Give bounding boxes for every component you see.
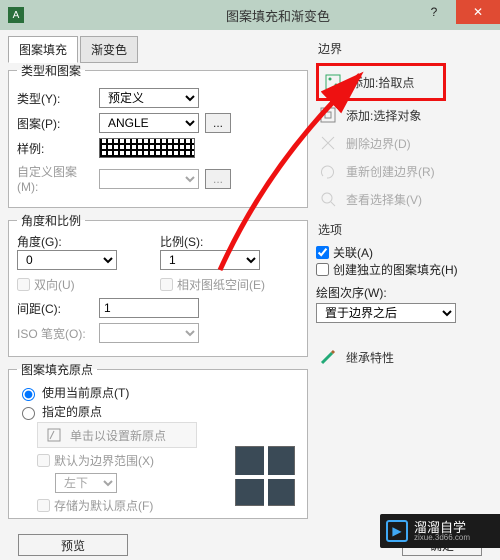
view-selection-button: 查看选择集(V) xyxy=(316,185,492,213)
remove-boundary-icon xyxy=(318,133,338,153)
recreate-boundary-label: 重新创建边界(R) xyxy=(346,163,435,180)
tab-hatch[interactable]: 图案填充 xyxy=(8,36,78,63)
separate-hatch-check[interactable] xyxy=(316,263,329,276)
pattern-swatch[interactable] xyxy=(99,138,195,158)
angle-select[interactable]: 0 xyxy=(17,250,117,270)
options-title: 选项 xyxy=(318,221,492,238)
titlebar: A 图案填充和渐变色 ? ✕ xyxy=(0,0,500,30)
highlight-box: 添加:拾取点 xyxy=(316,63,446,101)
dialog-window: A 图案填充和渐变色 ? ✕ 图案填充 渐变色 类型和图案 类型(Y): 预定义… xyxy=(0,0,500,560)
tabs: 图案填充 渐变色 xyxy=(8,36,308,63)
angle-label: 角度(G): xyxy=(17,233,156,250)
help-button[interactable]: ? xyxy=(412,0,456,24)
inherit-props-button[interactable]: 继承特性 xyxy=(316,343,492,371)
add-select-objects-button[interactable]: 添加:选择对象 xyxy=(316,101,492,129)
gap-label: 间距(C): xyxy=(17,300,93,317)
hatch-preview-icon xyxy=(235,446,295,506)
group-origin: 图案填充原点 使用当前原点(T) 指定的原点 单击以设置新原点 默认为边界范围(… xyxy=(8,361,308,519)
scale-label: 比例(S): xyxy=(160,233,299,250)
scale-select[interactable]: 1 xyxy=(160,250,260,270)
custom-more-button: ... xyxy=(205,169,231,189)
brand-watermark: ▶ 溜溜自学 zixue.3d66.com xyxy=(380,514,500,548)
add-pick-points-button[interactable]: 添加:拾取点 xyxy=(321,68,441,96)
origin-pos-select: 左下 xyxy=(55,473,117,493)
legend-angle: 角度和比例 xyxy=(17,212,85,229)
paperspace-label: 相对图纸空间(E) xyxy=(177,276,265,293)
type-select[interactable]: 预定义 xyxy=(99,88,199,108)
pattern-more-button[interactable]: ... xyxy=(205,113,231,133)
inherit-props-label: 继承特性 xyxy=(346,349,394,366)
gap-field[interactable] xyxy=(99,298,199,318)
preview-button[interactable]: 预览 xyxy=(18,534,128,556)
draworder-select[interactable]: 置于边界之后 xyxy=(316,303,456,323)
associative-label: 关联(A) xyxy=(333,244,373,261)
view-selection-icon xyxy=(318,189,338,209)
origin-pick-icon xyxy=(44,425,64,445)
bidirectional-check xyxy=(17,278,30,291)
separate-hatch-label: 创建独立的图案填充(H) xyxy=(333,261,458,278)
default-extent-check xyxy=(37,454,50,467)
origin-radio-current[interactable]: 使用当前原点(T) xyxy=(17,384,299,401)
add-select-objects-label: 添加:选择对象 xyxy=(346,107,421,124)
dialog-title: 图案填充和渐变色 xyxy=(226,6,330,25)
left-panel: 图案填充 渐变色 类型和图案 类型(Y): 预定义 图案(P): ANGLE .… xyxy=(8,36,308,518)
brand-play-icon: ▶ xyxy=(386,520,408,542)
origin-radio-specified[interactable]: 指定的原点 xyxy=(17,403,299,420)
add-pick-points-label: 添加:拾取点 xyxy=(351,74,414,91)
draworder-label: 绘图次序(W): xyxy=(316,284,492,301)
type-label: 类型(Y): xyxy=(17,90,93,107)
iso-select xyxy=(99,323,199,343)
recreate-boundary-button: 重新创建边界(R) xyxy=(316,157,492,185)
legend-type-pattern: 类型和图案 xyxy=(17,62,85,79)
legend-origin: 图案填充原点 xyxy=(17,361,97,378)
remove-boundary-button: 删除边界(D) xyxy=(316,129,492,157)
group-angle-scale: 角度和比例 角度(G): 0 比例(S): 1 双向(U) 相对图纸空间(E) xyxy=(8,212,308,357)
right-panel: 边界 添加:拾取点 添加:选择对象 xyxy=(316,36,492,518)
inherit-icon xyxy=(318,347,338,367)
pick-points-icon xyxy=(323,72,343,92)
custom-pattern-label: 自定义图案(M): xyxy=(17,163,93,194)
iso-label: ISO 笔宽(O): xyxy=(17,325,93,342)
set-origin-button: 单击以设置新原点 xyxy=(37,422,197,448)
sample-label: 样例: xyxy=(17,140,93,157)
default-extent-label: 默认为边界范围(X) xyxy=(54,452,154,469)
boundary-title: 边界 xyxy=(318,40,492,57)
app-icon: A xyxy=(8,7,24,23)
brand-site: zixue.3d66.com xyxy=(414,534,470,542)
remove-boundary-label: 删除边界(D) xyxy=(346,135,411,152)
associative-check[interactable] xyxy=(316,246,329,259)
select-objects-icon xyxy=(318,105,338,125)
brand-name: 溜溜自学 xyxy=(414,521,470,534)
store-origin-check xyxy=(37,499,50,512)
group-type-pattern: 类型和图案 类型(Y): 预定义 图案(P): ANGLE ... 样例: 自定… xyxy=(8,62,308,208)
pattern-select[interactable]: ANGLE xyxy=(99,113,199,133)
recreate-boundary-icon xyxy=(318,161,338,181)
tab-gradient[interactable]: 渐变色 xyxy=(80,36,138,63)
bidirectional-label: 双向(U) xyxy=(34,276,75,293)
set-origin-label: 单击以设置新原点 xyxy=(70,427,166,444)
view-selection-label: 查看选择集(V) xyxy=(346,191,422,208)
paperspace-check xyxy=(160,278,173,291)
store-origin-label: 存储为默认原点(F) xyxy=(54,497,153,514)
close-button[interactable]: ✕ xyxy=(456,0,500,24)
custom-pattern-select xyxy=(99,169,199,189)
pattern-label: 图案(P): xyxy=(17,115,93,132)
